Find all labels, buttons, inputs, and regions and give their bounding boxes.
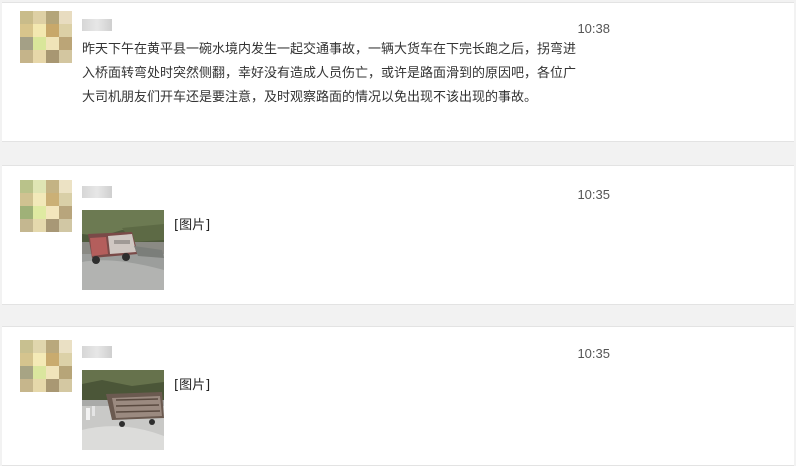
message-card[interactable]: 10:35 [图片] (2, 165, 794, 305)
sender-name-blurred[interactable] (82, 186, 112, 198)
accident-photo-thumbnail[interactable] (82, 210, 164, 290)
message-card[interactable]: 10:35 [图片] (2, 326, 794, 466)
image-placeholder-label: [图片] (174, 218, 211, 233)
message-time: 10:35 (577, 187, 610, 202)
sender-name-blurred[interactable] (82, 19, 112, 31)
avatar[interactable] (20, 11, 72, 63)
sender-name-blurred[interactable] (82, 346, 112, 358)
message-card[interactable]: 10:38 昨天下午在黄平县一碗水境内发生一起交通事故，一辆大货车在下完长跑之后… (2, 2, 794, 142)
message-time: 10:35 (577, 346, 610, 361)
accident-photo-thumbnail[interactable] (82, 370, 164, 450)
message-text: 昨天下午在黄平县一碗水境内发生一起交通事故，一辆大货车在下完长跑之后，拐弯进入桥… (82, 42, 577, 105)
message-time: 10:38 (577, 21, 610, 36)
avatar[interactable] (20, 340, 72, 392)
avatar[interactable] (20, 180, 72, 232)
image-placeholder-label: [图片] (174, 378, 211, 393)
